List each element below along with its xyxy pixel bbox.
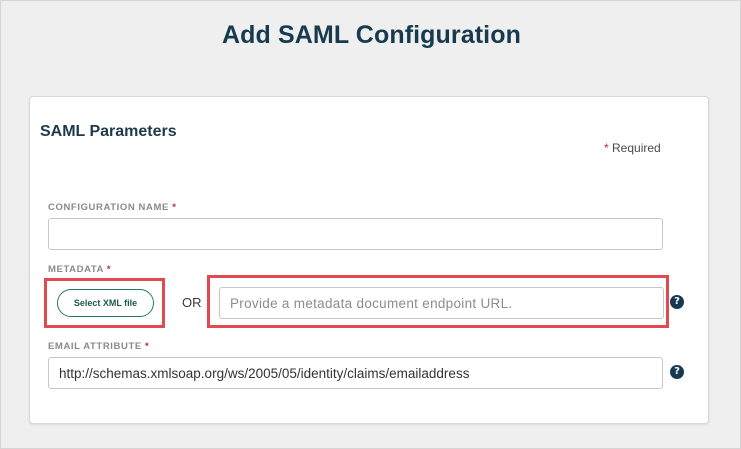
- page-title: Add SAML Configuration: [222, 21, 521, 49]
- question-circle-icon[interactable]: ?: [670, 365, 684, 379]
- required-note: * Required: [604, 141, 661, 155]
- required-star: *: [145, 341, 150, 352]
- section-title: SAML Parameters: [40, 123, 177, 140]
- email-attribute-label-text: EMAIL ATTRIBUTE: [48, 341, 142, 352]
- question-circle-icon[interactable]: ?: [670, 295, 684, 309]
- required-star: *: [604, 141, 609, 155]
- select-xml-file-button[interactable]: Select XML file: [57, 289, 154, 317]
- metadata-url-input[interactable]: [219, 287, 664, 319]
- required-star: *: [106, 264, 112, 275]
- email-attribute-label: EMAIL ATTRIBUTE *: [48, 341, 149, 352]
- saml-parameters-card: SAML Parameters * Required CONFIGURATION…: [29, 96, 709, 424]
- email-attribute-input[interactable]: [48, 357, 663, 389]
- configuration-name-label-text: CONFIGURATION NAME: [48, 202, 169, 213]
- metadata-label: METADATA *: [48, 264, 111, 275]
- required-text: Required: [612, 141, 661, 155]
- configuration-name-label: CONFIGURATION NAME *: [48, 202, 177, 213]
- configuration-name-input[interactable]: [48, 218, 663, 250]
- required-star: *: [172, 202, 177, 213]
- or-separator: OR: [182, 295, 202, 310]
- metadata-label-text: METADATA: [48, 264, 104, 275]
- page: Add SAML Configuration SAML Parameters *…: [0, 0, 741, 449]
